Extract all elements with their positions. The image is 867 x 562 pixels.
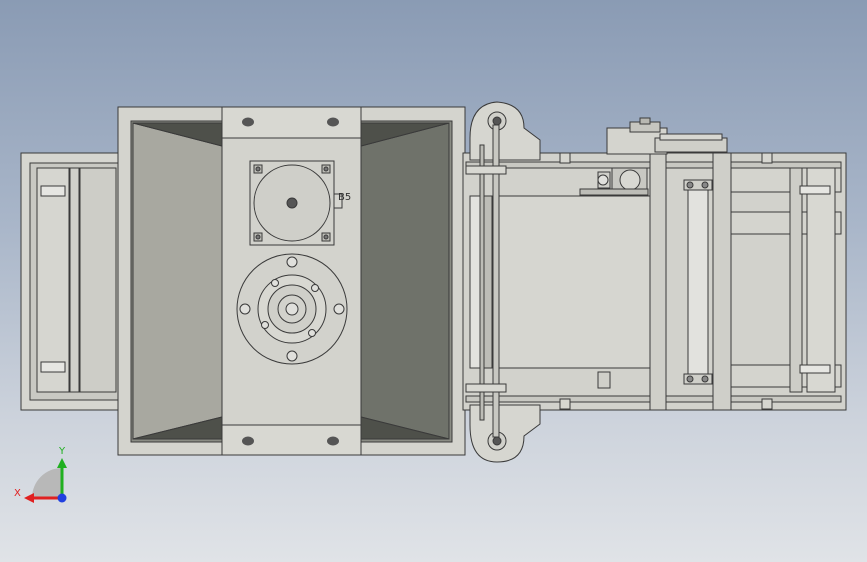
motor-label: B5 — [338, 192, 351, 203]
triad-y-label: Y — [58, 446, 66, 457]
bearing-flange — [236, 253, 348, 365]
right-frame — [462, 152, 847, 411]
coordinate-triad: Y X — [14, 446, 67, 503]
roller — [683, 179, 713, 385]
cad-viewport[interactable]: B5 Y X — [0, 0, 867, 562]
triad-z-axis — [57, 493, 67, 503]
triad-x-label: X — [14, 488, 21, 499]
cad-drawing[interactable]: B5 Y X — [0, 0, 867, 562]
hopper-wall-left — [132, 122, 223, 440]
motor-top-view — [249, 160, 343, 246]
hopper-wall-right — [360, 122, 450, 440]
triad-xy-plane — [32, 468, 62, 498]
left-frame — [20, 152, 122, 411]
